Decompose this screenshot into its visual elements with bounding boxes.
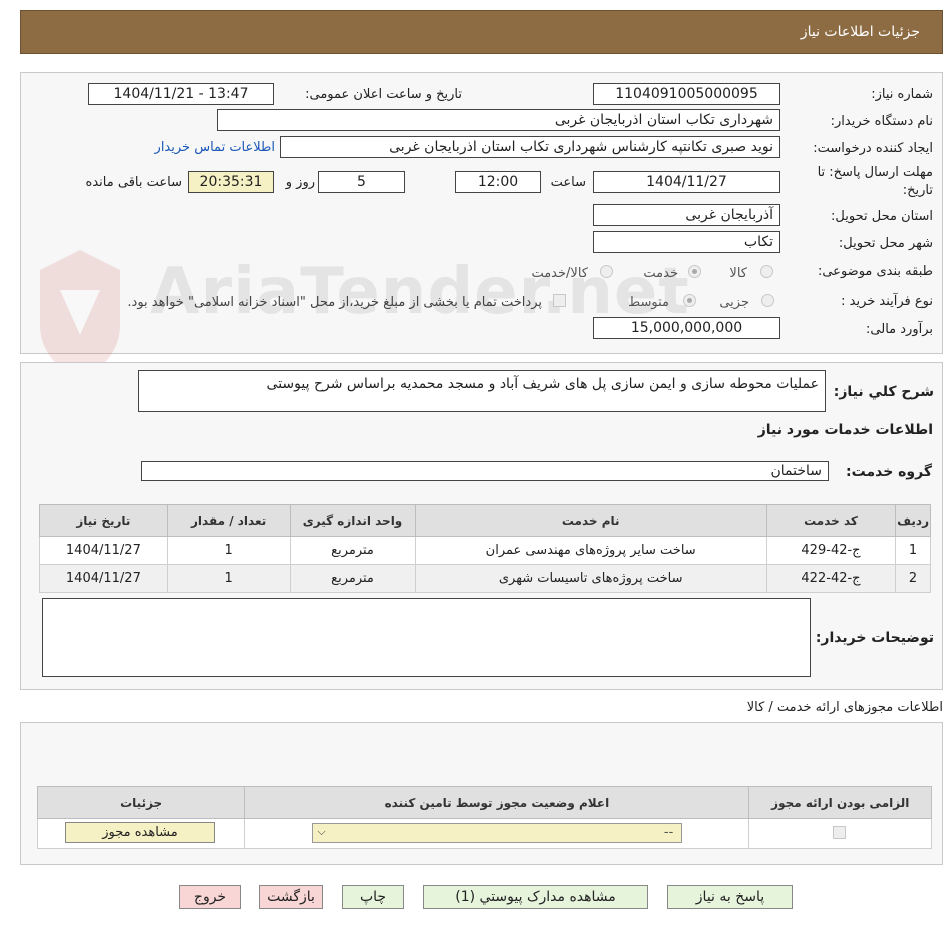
- payment-note: پرداخت تمام یا بخشی از مبلغ خرید،از محل …: [127, 295, 542, 310]
- category-option-goods-service: کالا/خدمت: [531, 266, 588, 281]
- cell-date: 1404/11/27: [39, 564, 168, 593]
- cell-unit: مترمربع: [289, 536, 416, 565]
- city-field: تکاب: [593, 231, 780, 253]
- permit-status-select-value: --: [663, 825, 674, 840]
- cell-row: 1: [895, 536, 931, 565]
- watermark-shield-icon: [40, 250, 120, 380]
- need-number-field: 1104091005000095: [593, 83, 780, 105]
- category-option-goods: کالا: [729, 266, 747, 281]
- cell-permit-details: مشاهده مجوز: [36, 818, 246, 849]
- buyer-notes-label: توضيحات خريدار:: [815, 630, 934, 646]
- services-table-header: رديف کد خدمت نام خدمت واحد اندازه گيری ت…: [39, 504, 931, 537]
- table-row: -- ⌵ مشاهده مجوز: [36, 818, 932, 849]
- col-service-name: نام خدمت: [414, 504, 767, 537]
- province-field: آذربایجان غربی: [593, 204, 780, 226]
- table-row: 2 ج-42-422 ساخت پروژه‌های تاسیسات شهری م…: [39, 564, 931, 593]
- service-group-field: ساختمان: [141, 461, 829, 481]
- cell-name: ساخت پروژه‌های تاسیسات شهری: [414, 564, 767, 593]
- deadline-date-field: 1404/11/27: [593, 171, 780, 193]
- process-label: نوع فرآیند خرید :: [841, 294, 933, 309]
- buyer-notes-textarea[interactable]: [42, 598, 811, 677]
- days-label: روز و: [285, 175, 315, 190]
- services-table: رديف کد خدمت نام خدمت واحد اندازه گيری ت…: [39, 504, 931, 593]
- print-button[interactable]: چاپ: [342, 885, 404, 909]
- chevron-down-icon: ⌵: [317, 825, 326, 838]
- col-quantity: تعداد / مقدار: [166, 504, 291, 537]
- table-row: 1 ج-42-429 ساخت سایر پروژه‌های مهندسی عم…: [39, 536, 931, 565]
- cell-code: ج-42-422: [765, 564, 897, 593]
- view-permit-button[interactable]: مشاهده مجوز: [65, 822, 215, 843]
- category-radio-service[interactable]: [688, 265, 701, 278]
- category-radio-goods[interactable]: [760, 265, 773, 278]
- creator-field: نوید صبری تکانتپه کارشناس شهرداری تکاب ا…: [280, 136, 780, 158]
- category-label: طبقه بندی موضوعی:: [817, 264, 933, 279]
- exit-button[interactable]: خروج: [179, 885, 241, 909]
- budget-field: 15,000,000,000: [593, 317, 780, 339]
- services-section-title: اطلاعات خدمات مورد نياز: [757, 422, 933, 438]
- remaining-time-label: ساعت باقی مانده: [85, 175, 182, 190]
- process-option-medium: متوسط: [628, 295, 669, 310]
- deadline-label-2: تاریخ:: [902, 183, 933, 198]
- category-option-service: خدمت: [643, 266, 678, 281]
- col-row: رديف: [895, 504, 931, 537]
- cell-permit-status: -- ⌵: [244, 818, 750, 849]
- description-textarea[interactable]: عملیات محوطه سازی و ایمن سازی پل های شری…: [138, 370, 826, 412]
- budget-label: برآورد مالی:: [866, 322, 933, 337]
- page-header: جزئیات اطلاعات نیاز: [20, 10, 943, 54]
- treasury-bond-checkbox[interactable]: [553, 294, 566, 307]
- creator-label: ایجاد کننده درخواست:: [813, 141, 933, 156]
- deadline-time-label: ساعت: [550, 175, 586, 190]
- need-number-label: شماره نیاز:: [871, 87, 933, 102]
- cell-name: ساخت سایر پروژه‌های مهندسی عمران: [414, 536, 767, 565]
- announce-date-label: تاریخ و ساعت اعلان عمومی:: [305, 87, 462, 102]
- announce-date-field: 1404/11/21 - 13:47: [88, 83, 274, 105]
- permit-status-select[interactable]: -- ⌵: [312, 823, 683, 843]
- buyer-org-label: نام دستگاه خریدار:: [830, 114, 933, 129]
- back-button[interactable]: بازگشت: [259, 885, 323, 909]
- remaining-time-field: 20:35:31: [188, 171, 274, 193]
- view-attachments-button[interactable]: مشاهده مدارک پيوستي (1): [423, 885, 648, 909]
- permits-table-header: الزامی بودن ارائه مجوز اعلام وضعيت مجوز …: [36, 786, 932, 819]
- col-permit-details: جزئيات: [36, 786, 246, 819]
- deadline-label: مهلت ارسال پاسخ: تا: [817, 165, 933, 180]
- description-label: شرح کلي نياز:: [833, 384, 934, 400]
- col-unit: واحد اندازه گيری: [289, 504, 416, 537]
- reply-button[interactable]: پاسخ به نياز: [667, 885, 793, 909]
- province-label: استان محل تحویل:: [831, 209, 933, 224]
- buyer-contact-link[interactable]: اطلاعات تماس خریدار: [155, 140, 275, 155]
- permit-required-checkbox[interactable]: [833, 826, 847, 839]
- cell-unit: مترمربع: [289, 564, 416, 593]
- col-permit-required: الزامی بودن ارائه مجوز: [748, 786, 932, 819]
- buyer-org-field: شهرداری تکاب استان اذربایجان غربی: [217, 109, 780, 131]
- col-permit-status: اعلام وضعيت مجوز توسط تامين کننده: [244, 786, 750, 819]
- process-radio-medium[interactable]: [683, 294, 696, 307]
- page-title: جزئیات اطلاعات نیاز: [800, 24, 920, 40]
- cell-row: 2: [895, 564, 931, 593]
- process-option-minor: جزیی: [719, 295, 749, 310]
- service-group-label: گروه خدمت:: [846, 464, 932, 480]
- col-service-code: کد خدمت: [765, 504, 897, 537]
- permits-table: الزامی بودن ارائه مجوز اعلام وضعيت مجوز …: [36, 786, 932, 849]
- category-radio-goods-service[interactable]: [600, 265, 613, 278]
- permits-section-title: اطلاعات مجوزهای ارائه خدمت / کالا: [746, 700, 943, 715]
- cell-qty: 1: [166, 564, 291, 593]
- deadline-time-field: 12:00: [455, 171, 541, 193]
- cell-permit-required: [748, 818, 932, 849]
- city-label: شهر محل تحویل:: [838, 236, 933, 251]
- cell-date: 1404/11/27: [39, 536, 168, 565]
- cell-qty: 1: [166, 536, 291, 565]
- col-need-date: تاريخ نياز: [39, 504, 168, 537]
- process-radio-minor[interactable]: [761, 294, 774, 307]
- cell-code: ج-42-429: [765, 536, 897, 565]
- days-remaining-field: 5: [318, 171, 405, 193]
